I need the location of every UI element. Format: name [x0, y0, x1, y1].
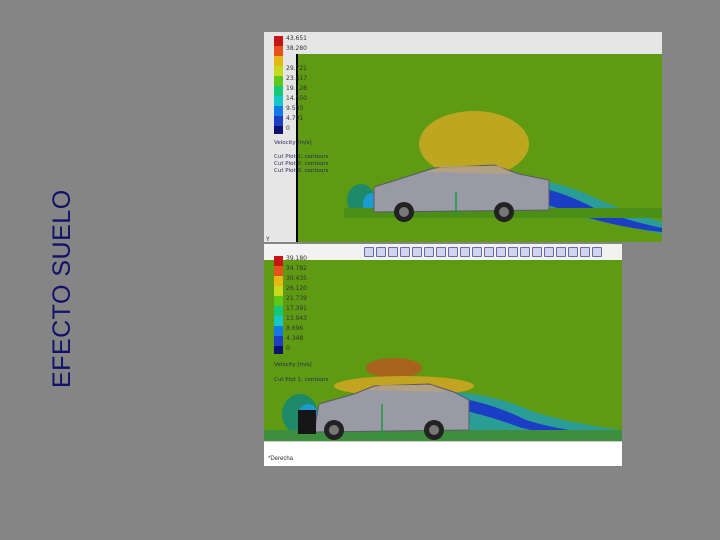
- top-flow-field: Y: [264, 32, 662, 242]
- back-view-button[interactable]: [436, 247, 446, 257]
- top-cut-plot-1: Cut Plot 1: contours: [274, 154, 329, 160]
- right-view-button[interactable]: [460, 247, 470, 257]
- status-bar: *Derecha: [264, 441, 622, 466]
- top-legend-value-6: 14.550: [286, 95, 307, 102]
- view-toolbar: [364, 247, 602, 259]
- bottom-legend-value-3: 26.120: [286, 285, 307, 292]
- zoom-in-button[interactable]: [388, 247, 398, 257]
- bottom-legend-value-7: 8.696: [286, 325, 304, 332]
- scene-button[interactable]: [592, 247, 602, 257]
- isometric-view-button[interactable]: [496, 247, 506, 257]
- top-legend-value-0: 43.651: [286, 35, 307, 42]
- front-view-button[interactable]: [424, 247, 434, 257]
- top-view-button[interactable]: [472, 247, 482, 257]
- top-cfd-screenshot: Y 43.651 38.280 29.721 23.417 19.128 14.…: [264, 32, 662, 242]
- bottom-legend-value-4: 21.739: [286, 295, 307, 302]
- left-view-button[interactable]: [448, 247, 458, 257]
- bottom-cut-plot-1: Cut Plot 1: contours: [274, 377, 329, 383]
- bottom-legend-value-2: 30.435: [286, 275, 307, 282]
- hide-show-button[interactable]: [544, 247, 554, 257]
- shadows-button[interactable]: [556, 247, 566, 257]
- bottom-wake-zone: [366, 358, 422, 378]
- top-legend-value-9: 0: [286, 125, 290, 132]
- view-name-label: *Derecha: [268, 456, 294, 462]
- top-legend-title: Velocity [m/s]: [274, 140, 312, 146]
- slide-title: EFECTO SUELO: [48, 189, 76, 388]
- top-legend-value-8: 4.791: [286, 115, 304, 122]
- top-cut-plot-3: Cut Plot 3: contours: [274, 168, 329, 174]
- bottom-legend-value-9: 0: [286, 345, 290, 352]
- bottom-legend-value-1: 34.782: [286, 265, 307, 272]
- pan-view-button[interactable]: [412, 247, 422, 257]
- bottom-flow-field: [264, 244, 622, 442]
- zoom-fit-button[interactable]: [364, 247, 374, 257]
- zoom-area-button[interactable]: [376, 247, 386, 257]
- top-cut-plot-2: Cut Plot 2: contours: [274, 161, 329, 167]
- svg-text:Y: Y: [265, 236, 270, 242]
- bottom-color-legend: [274, 256, 283, 354]
- bottom-view-button[interactable]: [484, 247, 494, 257]
- bottom-legend-value-5: 17.391: [286, 305, 307, 312]
- bottom-legend-value-8: 4.348: [286, 335, 304, 342]
- top-legend-value-3: 29.721: [286, 65, 307, 72]
- perspective-button[interactable]: [568, 247, 578, 257]
- view-settings-button[interactable]: [580, 247, 590, 257]
- rotate-view-button[interactable]: [400, 247, 410, 257]
- normal-to-button[interactable]: [532, 247, 542, 257]
- top-color-legend: [274, 36, 283, 134]
- top-legend-value-1: 38.280: [286, 45, 307, 52]
- bottom-cfd-screenshot: 39.180 34.782 30.435 26.120 21.739 17.39…: [264, 244, 622, 466]
- bottom-legend-value-0: 39.180: [286, 255, 307, 262]
- section-view-button[interactable]: [520, 247, 530, 257]
- top-legend-value-4: 23.417: [286, 75, 307, 82]
- display-style-button[interactable]: [508, 247, 518, 257]
- bottom-legend-title: Velocity [m/s]: [274, 362, 312, 368]
- top-legend-value-5: 19.128: [286, 85, 307, 92]
- bottom-legend-value-6: 13.043: [286, 315, 307, 322]
- top-legend-value-7: 9.593: [286, 105, 304, 112]
